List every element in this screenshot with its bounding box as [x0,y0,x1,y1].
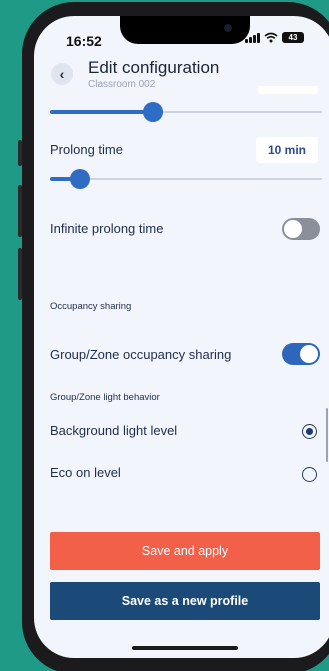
phone-screen: 16:52 43 ‹ Edit configuration Classroom … [34,16,329,658]
option-background-light-radio[interactable] [302,424,317,439]
top-slider[interactable] [50,102,322,122]
toggle-knob [284,220,302,238]
option-eco-on-label[interactable]: Eco on level [50,465,121,480]
back-button[interactable]: ‹ [51,63,73,85]
phone-volume-down-button [18,248,22,300]
battery-icon: 43 [282,32,304,43]
option-eco-on-radio[interactable] [302,467,317,482]
notch [120,16,250,44]
chevron-left-icon: ‹ [59,66,65,82]
phone-volume-up-button [18,185,22,237]
infinite-prolong-label: Infinite prolong time [50,221,164,236]
save-and-apply-button[interactable]: Save and apply [50,532,320,570]
slider-fill [50,110,153,114]
option-background-light-label[interactable]: Background light level [50,423,177,438]
cellular-signal-icon [245,32,260,43]
prolong-time-label: Prolong time [50,142,123,157]
group-zone-sharing-toggle[interactable] [282,343,320,365]
radio-selected-dot [305,427,313,435]
home-indicator[interactable] [132,646,238,650]
slider-thumb[interactable] [143,102,163,122]
occupancy-sharing-heading: Occupancy sharing [50,301,132,312]
save-as-new-profile-button[interactable]: Save as a new profile [50,582,320,620]
slider-thumb[interactable] [70,169,90,189]
infinite-prolong-toggle[interactable] [282,218,320,240]
status-time: 16:52 [66,33,102,49]
prolong-time-slider[interactable] [50,169,322,189]
prolong-time-value[interactable]: 10 min [256,137,318,163]
partially-hidden-value-field[interactable] [258,86,318,94]
phone-side-button [18,140,22,166]
battery-level: 43 [288,33,298,42]
camera-dot [224,24,232,32]
toggle-knob [300,345,318,363]
status-icons: 43 [245,32,304,43]
slider-track [50,178,322,180]
light-behavior-heading: Group/Zone light behavior [50,392,160,403]
group-zone-sharing-label: Group/Zone occupancy sharing [50,347,232,362]
page-subtitle: Classroom 002 [88,79,156,90]
wifi-icon [264,32,278,43]
page-title: Edit configuration [88,58,220,77]
scrollbar[interactable] [326,408,328,462]
